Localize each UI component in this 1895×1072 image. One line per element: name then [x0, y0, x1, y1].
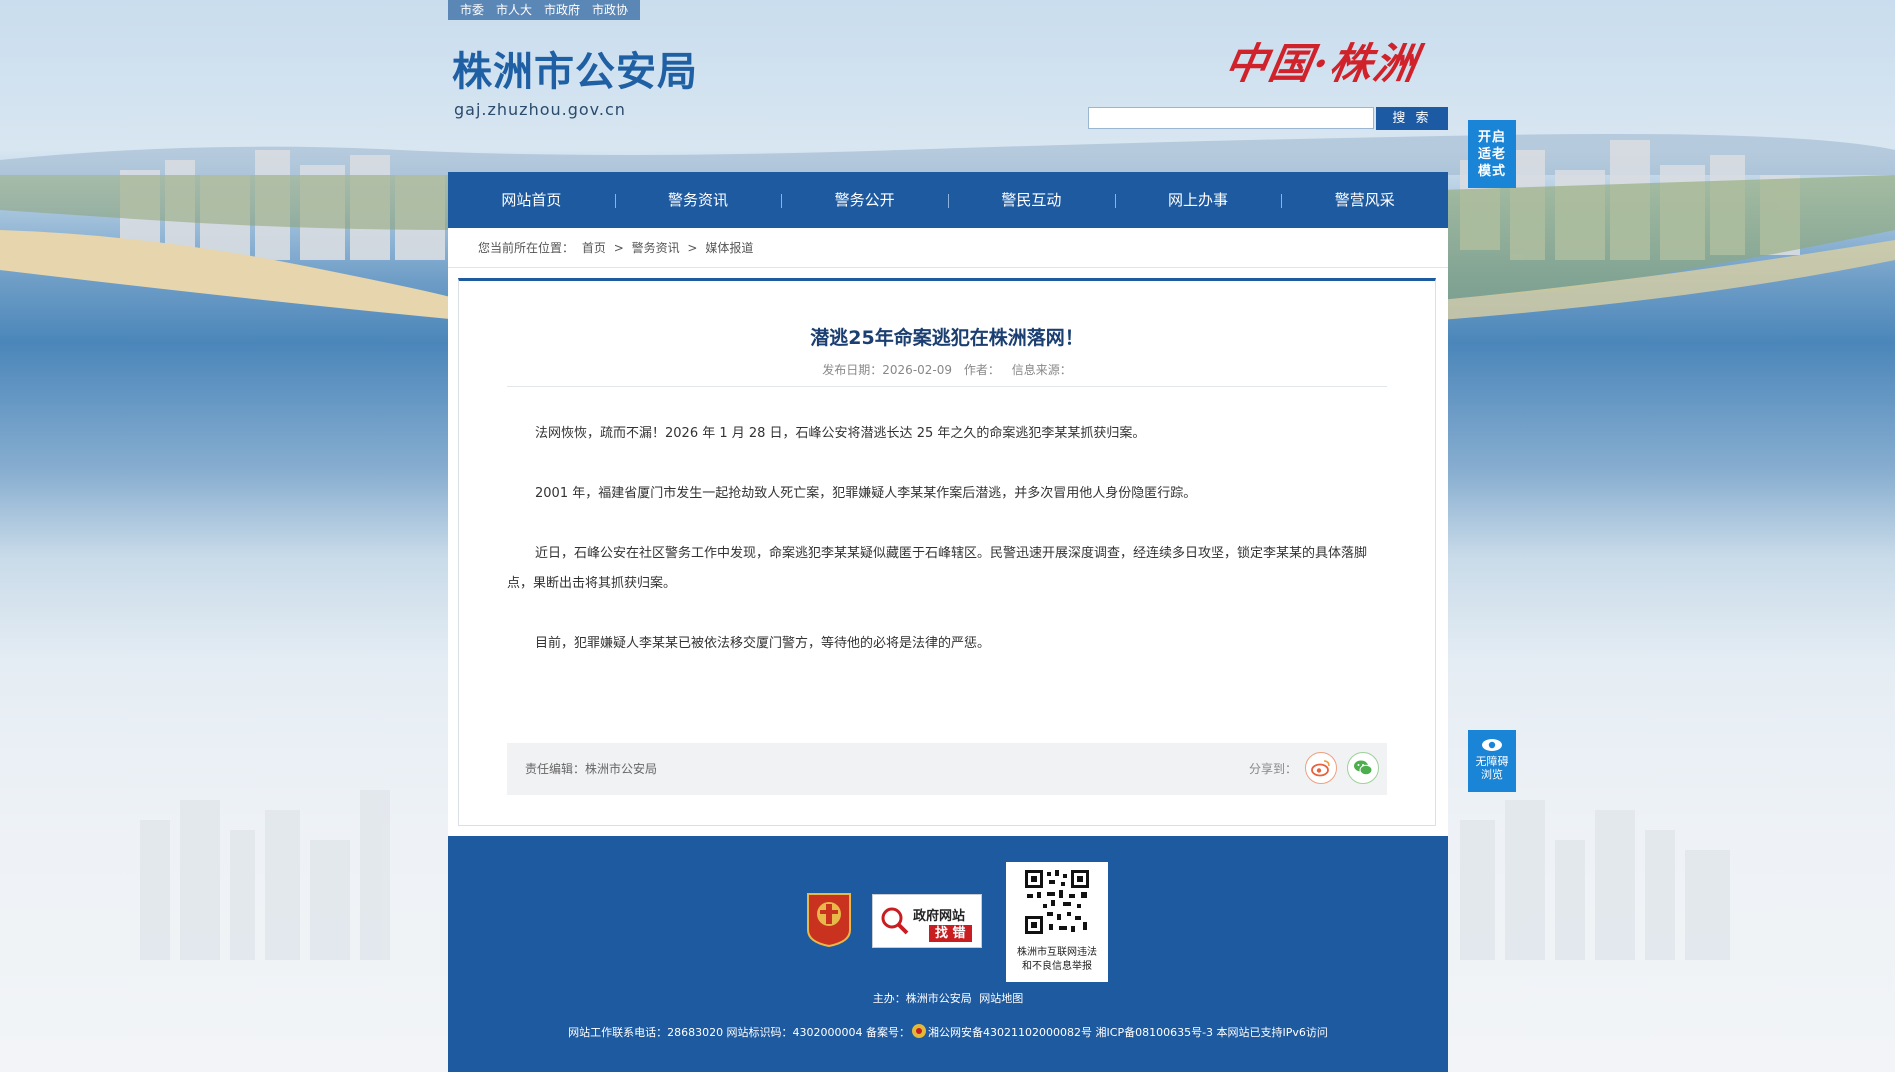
nav-police-style[interactable]: 警营风采 — [1281, 172, 1448, 228]
weibo-share-icon[interactable] — [1305, 752, 1337, 784]
responsible-editor: 责任编辑：株洲市公安局 — [525, 762, 658, 776]
top-link-party-committee[interactable]: 市委 — [454, 0, 490, 20]
top-link-cppcc[interactable]: 市政协 — [586, 0, 634, 20]
breadcrumb-home[interactable]: 首页 — [582, 241, 606, 255]
party-government-badge[interactable] — [804, 890, 854, 948]
accessibility-line1: 无障碍 — [1475, 755, 1509, 768]
article-body: 法网恢恢，疏而不漏！2026 年 1 月 28 日，石峰公安将潜逃长达 25 年… — [507, 419, 1387, 689]
source-label: 信息来源： — [1011, 363, 1072, 377]
top-link-npc[interactable]: 市人大 — [490, 0, 538, 20]
wechat-share-icon[interactable] — [1347, 752, 1379, 784]
author-label: 作者： — [963, 363, 1000, 377]
eye-icon — [1482, 739, 1502, 751]
article-paragraph: 近日，石峰公安在社区警务工作中发现，命案逃犯李某某疑似藏匿于石峰辖区。民警迅速开… — [507, 546, 1368, 591]
contact-info: 网站工作联系电话：28683020 网站标识码：4302000004 备案号： — [568, 1026, 911, 1039]
police-badge-icon — [912, 1024, 927, 1038]
breadcrumb-police-news[interactable]: 警务资讯 — [632, 241, 680, 255]
search-button[interactable]: 搜 索 — [1376, 107, 1448, 130]
site-title: 株洲市公安局 — [452, 48, 698, 95]
qr-caption: 株洲市互联网违法 和不良信息举报 — [1006, 946, 1108, 974]
qr-caption-line1: 株洲市互联网违法 — [1017, 947, 1097, 958]
elder-mode-line1: 开启 — [1477, 130, 1506, 145]
article-footer: 责任编辑：株洲市公安局 分享到： — [507, 743, 1387, 795]
sponsor-text: 主办：株洲市公安局 — [872, 992, 972, 1005]
qr-caption-line2: 和不良信息举报 — [1022, 961, 1092, 972]
report-qr-card[interactable]: 株洲市互联网违法 和不良信息举报 — [1006, 862, 1108, 982]
breadcrumb-prefix: 您当前所在位置： — [478, 241, 575, 255]
divider — [507, 386, 1387, 387]
nav-police-news[interactable]: 警务资讯 — [614, 172, 782, 228]
elder-mode-line2: 适老 — [1477, 147, 1506, 162]
article-paragraph: 法网恢恢，疏而不漏！2026 年 1 月 28 日，石峰公安将潜逃长达 25 年… — [535, 426, 1146, 441]
nav-home[interactable]: 网站首页 — [448, 172, 615, 228]
error-badge-line2: 找 错 — [929, 925, 972, 942]
nav-interaction[interactable]: 警民互动 — [948, 172, 1115, 228]
article-title: 潜逃25年命案逃犯在株洲落网！ — [810, 327, 1084, 349]
record-info[interactable]: 湘公网安备43021102000082号 湘ICP备08100635号-3 本网… — [928, 1026, 1328, 1039]
footer-contact-line: 网站工作联系电话：28683020 网站标识码：4302000004 备案号： 湘… — [448, 1024, 1448, 1040]
publish-date: 发布日期：2026-02-09 — [822, 363, 953, 377]
article-paragraph: 目前，犯罪嫌疑人李某某已被依法移交厦门警方，等待他的必将是法律的严惩。 — [535, 636, 991, 651]
article: 潜逃25年命案逃犯在株洲落网！ 发布日期：2026-02-09 作者： 信息来源… — [458, 278, 1436, 826]
footer-sponsor-line: 主办：株洲市公安局 网站地图 — [448, 990, 1448, 1006]
share-label: 分享到： — [1248, 762, 1297, 776]
qr-code-icon — [1023, 868, 1091, 936]
article-paragraph: 2001 年，福建省厦门市发生一起抢劫致人死亡案，犯罪嫌疑人李某某作案后潜逃，并… — [535, 486, 1197, 501]
breadcrumb: 您当前所在位置： 首页 > 警务资讯 > 媒体报道 — [448, 228, 1448, 268]
accessibility-button[interactable]: 无障碍 浏览 — [1468, 730, 1516, 792]
nav-online-service[interactable]: 网上办事 — [1114, 172, 1282, 228]
article-meta: 发布日期：2026-02-09 作者： 信息来源： — [459, 361, 1435, 378]
search-input[interactable] — [1088, 107, 1374, 129]
top-link-government[interactable]: 市政府 — [538, 0, 586, 20]
nav-police-disclosure[interactable]: 警务公开 — [781, 172, 948, 228]
elder-mode-button[interactable]: 开启 适老 模式 — [1468, 120, 1516, 188]
site-domain: gaj.zhuzhou.gov.cn — [454, 100, 626, 119]
accessibility-line2: 浏览 — [1481, 768, 1503, 781]
main-nav: 网站首页 警务资讯 警务公开 警民互动 网上办事 警营风采 — [448, 172, 1448, 228]
elder-mode-line3: 模式 — [1477, 164, 1506, 179]
gov-website-error-report-badge[interactable]: 政府网站 找 错 — [872, 894, 982, 948]
site-footer: 政府网站 找 错 株洲市互联网违法 和不良信息举报 主办：株洲市公安局 网站地图… — [448, 836, 1448, 1072]
magnifier-icon — [881, 907, 909, 935]
error-badge-line1: 政府网站 — [913, 909, 966, 924]
breadcrumb-separator: > — [687, 241, 698, 255]
china-zhuzhou-logo: 中国·株洲 — [1221, 39, 1423, 88]
content-panel: 潜逃25年命案逃犯在株洲落网！ 发布日期：2026-02-09 作者： 信息来源… — [448, 268, 1448, 836]
top-links-bar: 市委 市人大 市政府 市政协 — [448, 0, 641, 20]
sitemap-link[interactable]: 网站地图 — [979, 992, 1023, 1005]
breadcrumb-media-reports[interactable]: 媒体报道 — [705, 241, 753, 255]
breadcrumb-separator: > — [613, 241, 624, 255]
